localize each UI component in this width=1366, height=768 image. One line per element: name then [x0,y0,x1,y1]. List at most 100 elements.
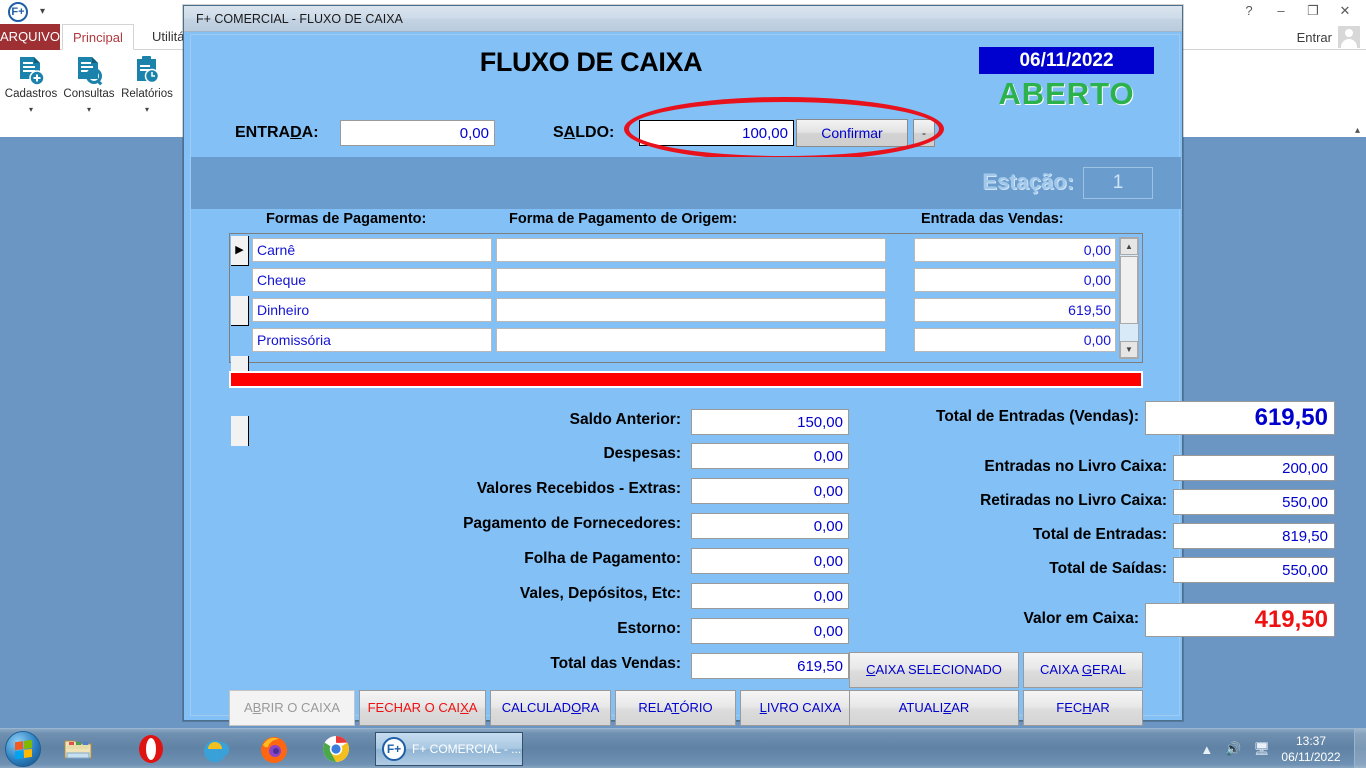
row-selector[interactable]: ▶ [231,236,249,266]
field-row-saldo-anterior: Saldo Anterior: 150,00 [191,409,851,435]
atualizar-button[interactable]: ATUALIZAR [849,690,1019,726]
field-value-total-vendas[interactable]: 619,50 [691,653,849,679]
field-value-total-entradas-vendas[interactable]: 619,50 [1145,401,1335,435]
calculadora-button[interactable]: CALCULADORA [490,690,611,726]
scroll-up-icon[interactable]: ▲ [1120,238,1138,255]
table-row[interactable]: ▶ Carnê 0,00 [230,235,1144,265]
scrollbar-thumb[interactable] [1120,256,1138,324]
field-row-pagamento-fornecedores: Pagamento de Fornecedores: 0,00 [191,513,851,539]
field-row-valor-em-caixa: Valor em Caixa: 419,50 [867,607,1337,643]
cell-forma-pagamento[interactable]: Cheque [252,268,492,292]
field-label: Total de Entradas (Vendas): [867,408,1139,426]
cell-forma-pagamento[interactable]: Promissória [252,328,492,352]
tab-arquivo[interactable]: ARQUIVO [0,24,60,50]
livro-caixa-button[interactable]: LIVRO CAIXA [740,690,861,726]
start-button[interactable] [5,731,41,767]
cell-entrada-vendas[interactable]: 619,50 [914,298,1116,322]
app-logo-icon: F+ [8,2,28,22]
quick-access-toolbar-caret-icon[interactable]: ▾ [40,6,45,17]
column-header-entrada: Entrada das Vendas: [921,211,1064,227]
relatorio-button[interactable]: RELATÓRIO [615,690,736,726]
ribbon-button-relatorios[interactable]: Relatórios ▾ [118,54,176,114]
cell-forma-pagamento[interactable]: Dinheiro [252,298,492,322]
volume-icon[interactable]: 🔊 [1225,741,1241,757]
cell-entrada-vendas[interactable]: 0,00 [914,238,1116,262]
help-button[interactable]: ? [1234,1,1264,21]
taskbar-item-fcomercial[interactable]: F+ F+ COMERCIAL - ... [375,732,523,766]
internet-explorer-icon[interactable] [198,733,230,765]
caixa-geral-button[interactable]: CAIXA GERAL [1023,652,1143,688]
caixa-selecionado-button[interactable]: CAIXA SELECIONADO [849,652,1019,688]
table-row[interactable]: Promissória 0,00 [230,325,1144,355]
minimize-button[interactable]: – [1266,1,1296,21]
field-value-valor-em-caixa[interactable]: 419,50 [1145,603,1335,637]
fechar-button[interactable]: FECHAR [1023,690,1143,726]
fechar-o-caixa-button[interactable]: FECHAR O CAIXA [359,690,486,726]
restore-button[interactable]: ❐ [1298,1,1328,21]
chrome-icon[interactable] [320,733,352,765]
grid-scrollbar[interactable]: ▲ ▼ [1119,237,1139,359]
status-badge: ABERTO [979,76,1154,112]
red-divider-bar [229,371,1143,388]
saldo-input[interactable]: 100,00 [639,120,794,146]
field-label: Folha de Pagamento: [524,550,681,568]
field-label: Total de Entradas: [867,526,1167,544]
field-label: Saldo Anterior: [570,411,681,429]
opera-icon[interactable] [135,733,167,765]
cell-forma-origem[interactable] [496,268,886,292]
field-value-estorno[interactable]: 0,00 [691,618,849,644]
document-add-icon [2,54,60,88]
field-row-retiradas-livro-caixa: Retiradas no Livro Caixa: 550,00 [867,489,1337,515]
field-label: Valores Recebidos - Extras: [477,480,681,498]
saldo-extra-button[interactable]: - [913,119,935,147]
cell-forma-origem[interactable] [496,238,886,262]
field-value-pagamento-fornecedores[interactable]: 0,00 [691,513,849,539]
field-row-total-entradas: Total de Entradas: 819,50 [867,523,1337,549]
cell-forma-origem[interactable] [496,298,886,322]
scroll-down-icon[interactable]: ▼ [1120,341,1138,358]
cell-entrada-vendas[interactable]: 0,00 [914,328,1116,352]
taskbar-clock[interactable]: 13:37 06/11/2022 [1274,733,1348,765]
entrada-input[interactable]: 0,00 [340,120,495,146]
field-label: Pagamento de Fornecedores: [463,515,681,533]
dialog-title: F+ COMERCIAL - FLUXO DE CAIXA [196,12,403,26]
field-label: Despesas: [603,445,681,463]
file-explorer-icon[interactable] [62,733,94,765]
current-date-badge: 06/11/2022 [979,47,1154,74]
scroll-up-caret-icon[interactable]: ▴ [1355,125,1360,136]
tray-expand-icon[interactable]: ▲ [1200,742,1213,757]
field-value-retiradas-livro-caixa[interactable]: 550,00 [1173,489,1335,515]
field-value-vales-depositos[interactable]: 0,00 [691,583,849,609]
field-value-total-entradas[interactable]: 819,50 [1173,523,1335,549]
field-value-valores-recebidos[interactable]: 0,00 [691,478,849,504]
show-desktop-button[interactable] [1354,729,1366,768]
network-icon[interactable]: 🖥 [1253,741,1270,757]
windows-taskbar: F+ F+ COMERCIAL - ... ▲ 🔊 🖥 13:37 06/11/… [0,728,1366,768]
field-value-despesas[interactable]: 0,00 [691,443,849,469]
background-window-controls: ? – ❐ ✕ [1234,1,1360,21]
chevron-down-icon[interactable]: ▾ [60,105,118,114]
table-row[interactable]: Dinheiro 619,50 [230,295,1144,325]
field-value-folha-pagamento[interactable]: 0,00 [691,548,849,574]
firefox-icon[interactable] [258,733,290,765]
system-tray: ▲ 🔊 🖥 [1200,729,1270,768]
ribbon-label-consultas: Consultas [60,88,118,101]
cell-forma-origem[interactable] [496,328,886,352]
ribbon-button-cadastros[interactable]: Cadastros ▾ [2,54,60,114]
dialog-titlebar: F+ COMERCIAL - FLUXO DE CAIXA [184,6,1182,32]
ribbon-label-cadastros: Cadastros [2,88,60,101]
chevron-down-icon[interactable]: ▾ [118,105,176,114]
confirmar-button[interactable]: Confirmar [796,119,908,147]
field-value-saldo-anterior[interactable]: 150,00 [691,409,849,435]
ribbon-button-consultas[interactable]: Consultas ▾ [60,54,118,114]
chevron-down-icon[interactable]: ▾ [2,105,60,114]
cell-forma-pagamento[interactable]: Carnê [252,238,492,262]
field-value-total-saidas[interactable]: 550,00 [1173,557,1335,583]
close-button[interactable]: ✕ [1330,1,1360,21]
tab-principal[interactable]: Principal [62,24,134,50]
abrir-o-caixa-button[interactable]: ABRIR O CAIXA [229,690,355,726]
dialog-body: FLUXO DE CAIXA 06/11/2022 ABERTO ENTRADA… [184,32,1182,720]
table-row[interactable]: Cheque 0,00 [230,265,1144,295]
field-value-entradas-livro-caixa[interactable]: 200,00 [1173,455,1335,481]
cell-entrada-vendas[interactable]: 0,00 [914,268,1116,292]
